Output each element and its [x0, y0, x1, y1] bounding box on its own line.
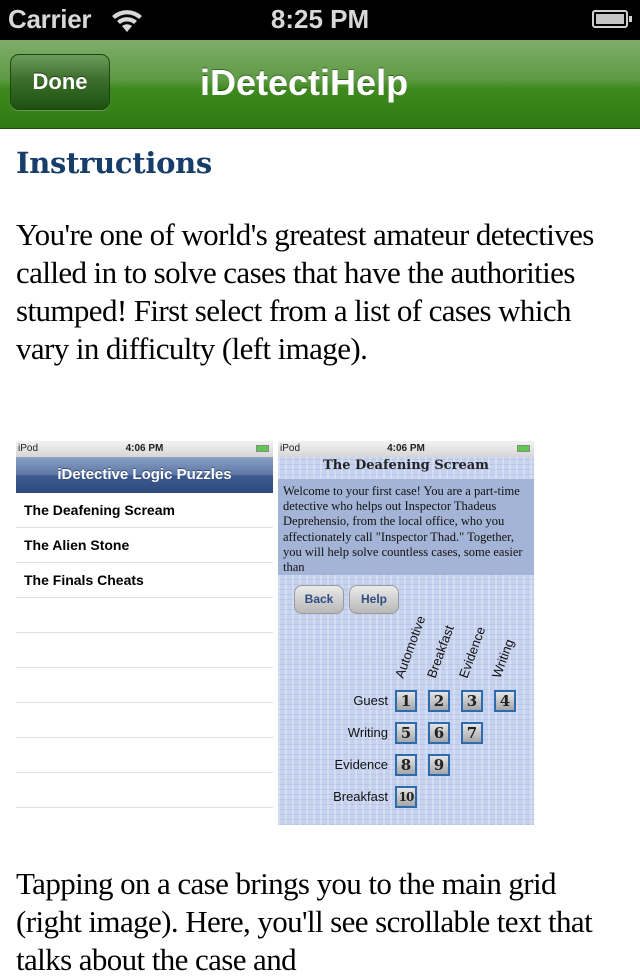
empty-row — [16, 633, 273, 668]
intro-paragraph: You're one of world's greatest amateur d… — [16, 217, 594, 366]
clock: 8:25 PM — [270, 4, 370, 34]
grid-cell: 6 — [428, 722, 450, 744]
row-label: Writing — [347, 725, 388, 740]
case-row: The Alien Stone — [16, 528, 273, 563]
grid-cell: 7 — [461, 722, 483, 744]
empty-row — [16, 738, 273, 773]
row-label: Evidence — [334, 757, 388, 772]
done-button[interactable]: Done — [10, 54, 110, 110]
grid-cell: 10 — [395, 786, 417, 808]
mini-time: 4:06 PM — [125, 443, 164, 454]
mini-status-bar: iPod 4:06 PM — [16, 441, 273, 457]
case-list-screenshot: iPod 4:06 PM iDetective Logic Puzzles Th… — [16, 441, 273, 825]
mini-nav-title: iDetective Logic Puzzles — [16, 457, 273, 493]
empty-row — [16, 703, 273, 738]
grid-cell: 8 — [395, 754, 417, 776]
empty-row — [16, 668, 273, 703]
grid-cell: 3 — [461, 690, 483, 712]
empty-row — [16, 598, 273, 633]
grid-cell: 5 — [395, 722, 417, 744]
case-row: The Finals Cheats — [16, 563, 273, 598]
nav-title: iDetectiHelp — [200, 62, 409, 103]
empty-row — [16, 773, 273, 808]
mini-battery-icon — [517, 445, 530, 452]
row-label: Breakfast — [333, 789, 388, 804]
grid-cell: 9 — [428, 754, 450, 776]
section-heading: Instructions — [16, 146, 212, 180]
case-title: The Deafening Scream — [323, 458, 489, 473]
case-row: The Deafening Scream — [16, 493, 273, 528]
main-grid-screenshot: iPod 4:06 PM The Deafening Scream Welcom… — [278, 441, 534, 825]
case-description: Welcome to your first case! You are a pa… — [278, 479, 534, 575]
grid-cell: 4 — [494, 690, 516, 712]
grid-paragraph: Tapping on a case brings you to the main… — [16, 866, 593, 977]
grid-cell: 2 — [428, 690, 450, 712]
navigation-bar: Done iDetectiHelp — [0, 40, 640, 129]
mini-back-button: Back — [294, 585, 344, 614]
battery-icon — [592, 10, 632, 28]
mini-help-button: Help — [349, 585, 399, 614]
mini-time: 4:06 PM — [387, 443, 425, 454]
mini-battery-icon — [256, 445, 269, 452]
grid-cell: 1 — [395, 690, 417, 712]
row-label: Guest — [353, 693, 388, 708]
mini-status-bar: iPod 4:06 PM — [278, 441, 534, 457]
status-bar: Carrier 8:25 PM — [0, 0, 640, 40]
